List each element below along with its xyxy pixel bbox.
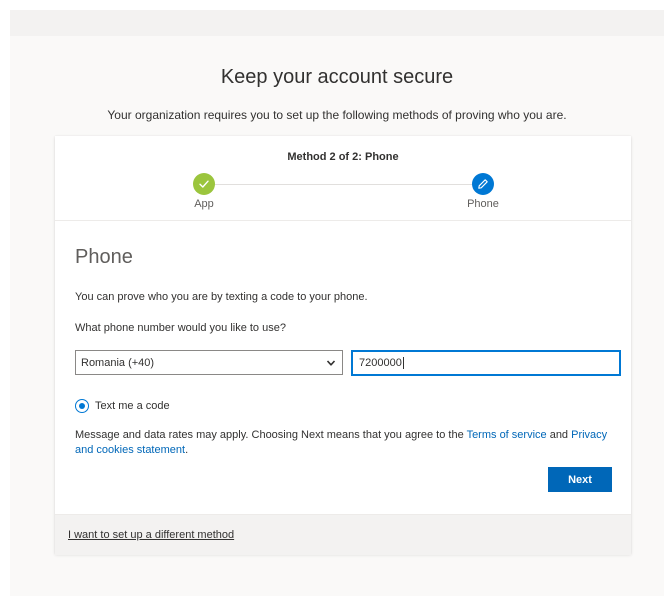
- text-code-label: Text me a code: [95, 400, 170, 412]
- checkmark-icon: [199, 180, 209, 188]
- progress-line: [215, 184, 473, 185]
- setup-card: Method 2 of 2: Phone App Phone Phone You…: [55, 136, 631, 555]
- page-title: Keep your account secure: [220, 66, 454, 88]
- phone-question: What phone number would you like to use?: [75, 322, 286, 334]
- step-phone-label: Phone: [467, 198, 499, 210]
- text-code-option[interactable]: Text me a code: [75, 399, 170, 413]
- text-code-radio[interactable]: [75, 399, 89, 413]
- disclaimer-text: Message and data rates may apply. Choosi…: [75, 428, 615, 458]
- method-title: Method 2 of 2: Phone: [287, 151, 399, 163]
- disclaimer-suffix: .: [185, 444, 189, 456]
- country-code-select[interactable]: Romania (+40): [75, 350, 343, 375]
- phone-number-value: 7200000: [359, 357, 402, 369]
- phone-number-input[interactable]: 7200000: [351, 350, 621, 376]
- step-app-indicator: [193, 173, 215, 195]
- card-footer: I want to set up a different method: [55, 514, 631, 555]
- pencil-icon: [478, 179, 488, 189]
- step-phone-indicator: [472, 173, 494, 195]
- page-subtitle: Your organization requires you to set up…: [107, 108, 567, 122]
- disclaimer-and: and: [546, 429, 572, 441]
- section-title: Phone: [75, 246, 133, 268]
- terms-of-service-link[interactable]: Terms of service: [467, 429, 547, 441]
- step-app-label: App: [194, 198, 214, 210]
- disclaimer-prefix: Message and data rates may apply. Choosi…: [75, 429, 467, 441]
- different-method-link[interactable]: I want to set up a different method: [68, 529, 234, 541]
- country-select-value: Romania (+40): [81, 356, 155, 369]
- chevron-down-icon: [326, 360, 336, 366]
- progress-header: Method 2 of 2: Phone App Phone: [55, 136, 631, 221]
- next-button[interactable]: Next: [548, 467, 612, 492]
- phone-description: You can prove who you are by texting a c…: [75, 291, 368, 303]
- text-caret: [402, 357, 404, 369]
